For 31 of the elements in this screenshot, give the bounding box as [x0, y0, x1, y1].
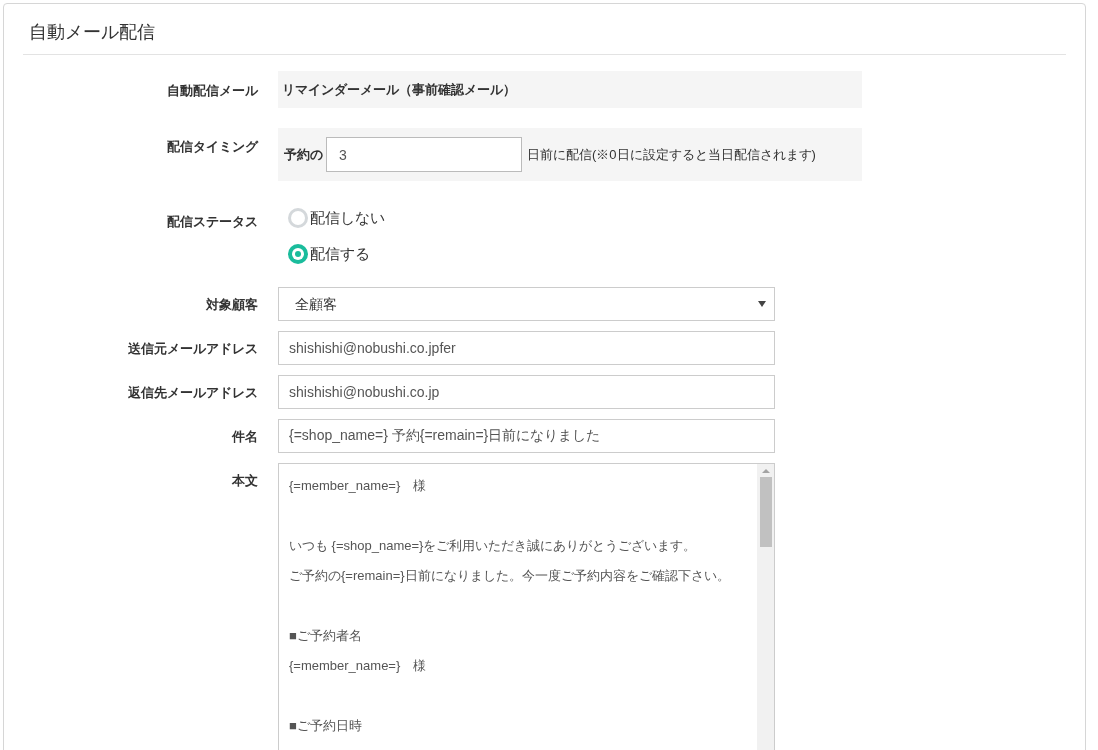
field-label: 配信ステータス — [167, 214, 258, 229]
timing-note: 日前に配信(※0日に設定すると当日配信されます) — [527, 145, 816, 164]
radio-option[interactable]: 配信する — [278, 241, 1066, 267]
body-text-line: ■ご予約日時 — [289, 717, 362, 735]
customer-dropdown[interactable]: 全顧客 — [278, 287, 775, 321]
caret-icon — [758, 301, 766, 307]
radio-button[interactable] — [288, 208, 308, 228]
scrollbar-thumb[interactable] — [759, 477, 772, 547]
field-label: 自動配信メール — [167, 83, 258, 98]
sender-email-field[interactable]: shishishi@nobushi.co.jpfer — [278, 331, 775, 365]
scrollbar[interactable] — [757, 464, 774, 750]
field-label: 配信タイミング — [167, 139, 258, 154]
body-text-line: いつも {=shop_name=}をご利用いただき誠にありがとうございます。 — [289, 537, 697, 555]
field-label: 件名 — [232, 429, 258, 444]
message-body-field[interactable]: {=member_name=} 様 いつも {=shop_name=}をご利用いただき誠にありがとうございます。 ご予約の{=remain=}日前になりました。今一度ご予約内容をご確認下さい。 ■ご予約者名 {=member_name=} 様 ■ご予約日時 — [278, 463, 775, 750]
panel-title: 自動メール配信 — [23, 4, 1066, 55]
field-label: 送信元メールアドレス — [128, 341, 258, 356]
reply-email-field[interactable]: shishishi@nobushi.co.jp — [278, 375, 775, 409]
timing-prefix: 予約の — [284, 145, 323, 164]
body-text-line: {=member_name=} 様 — [289, 477, 427, 495]
radio-option[interactable]: 配信しない — [278, 205, 1066, 231]
radio-button[interactable] — [288, 244, 308, 264]
body-text-line: ご予約の{=remain=}日前になりました。今一度ご予約内容をご確認下さい。 — [289, 567, 730, 585]
field-label: 返信先メールアドレス — [128, 385, 258, 400]
days-input[interactable]: 3 — [326, 137, 522, 172]
body-text-line: {=member_name=} 様 — [289, 657, 427, 675]
subject-field[interactable]: {=shop_name=} 予約{=remain=}日前になりました — [278, 419, 775, 453]
field-label: 本文 — [232, 473, 258, 488]
auto-mail-name: リマインダーメール（事前確認メール） — [282, 80, 516, 99]
body-text-line: ■ご予約者名 — [289, 627, 362, 645]
field-label: 対象顧客 — [206, 297, 258, 312]
